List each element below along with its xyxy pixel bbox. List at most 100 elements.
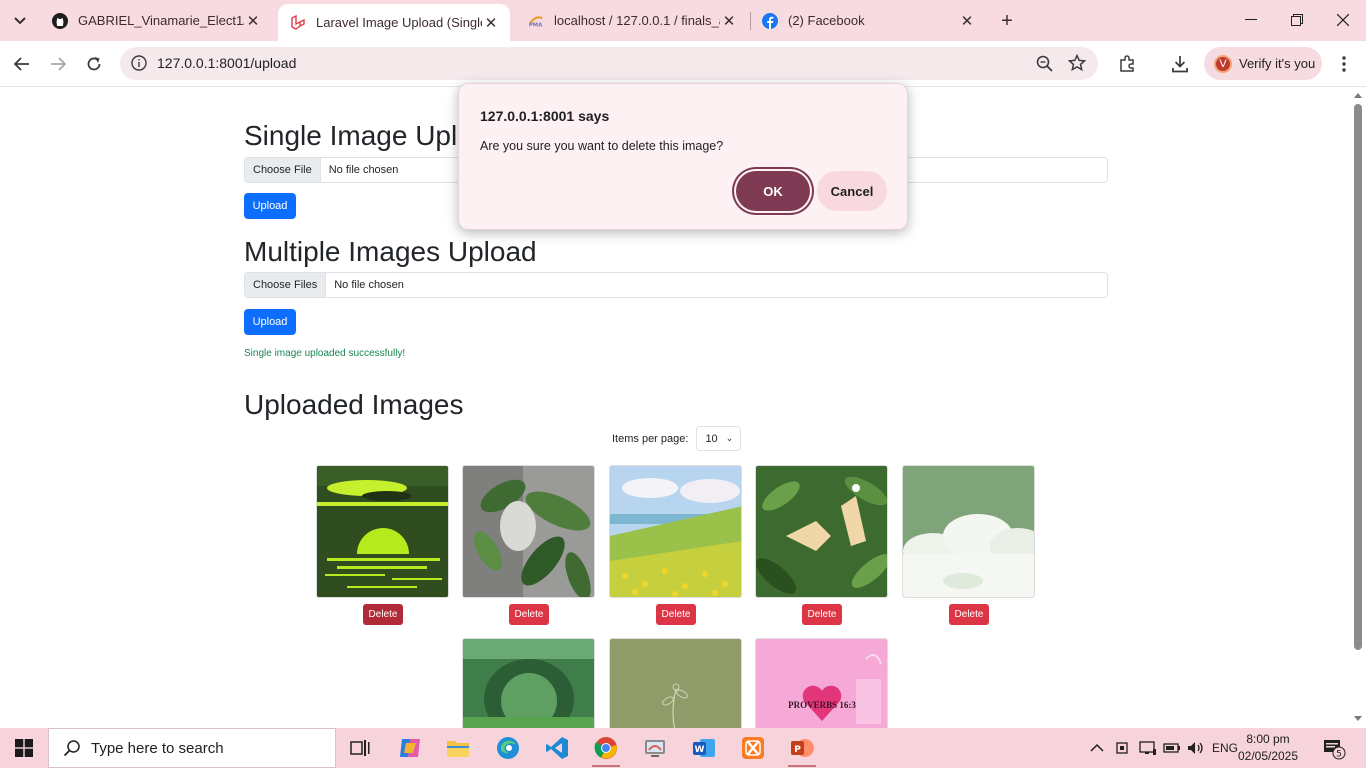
github-icon: [52, 12, 68, 29]
choose-files-button[interactable]: Choose Files: [245, 273, 327, 297]
tab-title: GABRIEL_Vinamarie_Elect1/final: [78, 13, 244, 28]
meadow-image: [610, 466, 741, 597]
items-per-page-value: 10: [705, 432, 718, 445]
dialog-ok-button[interactable]: OK: [736, 171, 810, 211]
items-per-page: Items per page: 10 ⌄: [612, 426, 742, 451]
arrow-left-icon: [14, 57, 29, 71]
clock-date: 02/05/2025: [1237, 749, 1299, 763]
extensions-button[interactable]: [1112, 48, 1144, 80]
dialog-message: Are you sure you want to delete this ima…: [480, 139, 724, 153]
scroll-up-icon[interactable]: [1354, 93, 1362, 98]
battery-icon[interactable]: [1163, 728, 1181, 768]
notifications-button[interactable]: 5: [1322, 728, 1346, 768]
success-message: Single image uploaded successfully!: [244, 348, 406, 359]
delete-button[interactable]: Delete: [802, 604, 842, 625]
close-icon: [1337, 14, 1349, 26]
clock[interactable]: 8:00 pm 02/05/2025: [1236, 731, 1300, 765]
sage-flower-image: [610, 639, 741, 728]
start-button[interactable]: [0, 728, 48, 768]
scroll-down-icon[interactable]: [1354, 716, 1362, 721]
chevron-down-icon: ⌄: [725, 433, 734, 443]
single-upload-button[interactable]: Upload: [244, 193, 296, 219]
tab-search-button[interactable]: [6, 8, 34, 34]
chrome-icon[interactable]: [586, 732, 626, 767]
multiple-upload-button[interactable]: Upload: [244, 309, 296, 335]
tab-github[interactable]: GABRIEL_Vinamarie_Elect1/final ✕: [40, 4, 272, 37]
vscode-icon[interactable]: [537, 732, 577, 764]
network-icon[interactable]: [1139, 728, 1157, 768]
close-window-button[interactable]: [1320, 0, 1366, 40]
volume-icon[interactable]: [1187, 728, 1205, 768]
powerpoint-icon[interactable]: P: [782, 732, 822, 767]
restore-button[interactable]: [1274, 0, 1320, 40]
minimize-button[interactable]: [1228, 0, 1274, 40]
image-thumbnail[interactable]: [609, 638, 742, 728]
zoom-icon[interactable]: [1036, 55, 1053, 77]
multiple-file-input[interactable]: Choose Files No file chosen: [244, 272, 1108, 298]
meet-now-icon[interactable]: [1115, 728, 1131, 768]
close-icon[interactable]: ✕: [720, 12, 738, 30]
image-thumbnail[interactable]: [755, 465, 888, 598]
close-icon[interactable]: ✕: [958, 12, 976, 30]
image-thumbnail[interactable]: [462, 638, 595, 728]
tray-chevron-icon[interactable]: [1090, 728, 1104, 768]
xampp-icon[interactable]: [733, 732, 773, 764]
downloads-button[interactable]: [1164, 48, 1196, 80]
image-thumbnail[interactable]: [609, 465, 742, 598]
delete-button[interactable]: Delete: [363, 604, 403, 625]
image-thumbnail[interactable]: [316, 465, 449, 598]
minimize-icon: [1245, 19, 1257, 20]
site-info-icon[interactable]: [131, 55, 147, 76]
remote-desktop-icon[interactable]: [635, 732, 675, 764]
language-indicator[interactable]: ENG: [1212, 728, 1238, 768]
image-caption: PROVERBS 16:3: [788, 700, 856, 710]
restore-icon: [1291, 14, 1303, 26]
girl-in-grass-image: [756, 466, 887, 597]
copilot-icon[interactable]: [390, 732, 430, 764]
taskbar-search[interactable]: Type here to search: [48, 728, 336, 768]
tab-laravel[interactable]: Laravel Image Upload (Single + ✕: [278, 4, 510, 41]
confirm-dialog: 127.0.0.1:8001 says Are you sure you wan…: [458, 83, 908, 230]
file-status: No file chosen: [334, 279, 404, 291]
pixel-sunset-image: [317, 466, 448, 597]
reload-button[interactable]: [78, 48, 110, 80]
browser-tab-strip: GABRIEL_Vinamarie_Elect1/final ✕ Laravel…: [0, 0, 1366, 41]
edge-icon[interactable]: [488, 732, 528, 764]
delete-button[interactable]: Delete: [949, 604, 989, 625]
delete-button[interactable]: Delete: [509, 604, 549, 625]
windows-taskbar: Type here to search W P ENG 8:00 pm 02/0…: [0, 728, 1366, 768]
search-placeholder: Type here to search: [91, 739, 224, 757]
file-explorer-icon[interactable]: [438, 732, 478, 764]
file-status: No file chosen: [328, 164, 399, 176]
close-icon[interactable]: ✕: [244, 12, 262, 30]
scrollbar-thumb[interactable]: [1354, 104, 1362, 650]
arrow-right-icon: [51, 57, 66, 71]
task-view-icon[interactable]: [340, 732, 380, 764]
puzzle-icon: [1120, 55, 1134, 72]
uploaded-images-heading: Uploaded Images: [244, 389, 464, 420]
image-thumbnail[interactable]: [902, 465, 1035, 598]
choose-file-button[interactable]: Choose File: [245, 158, 321, 182]
bookmark-star-icon[interactable]: [1067, 53, 1087, 77]
dialog-cancel-button[interactable]: Cancel: [817, 171, 887, 211]
verify-label: Verify it's you: [1239, 56, 1316, 71]
profile-verify-button[interactable]: V Verify it's you: [1204, 47, 1322, 80]
page-scrollbar[interactable]: [1350, 88, 1366, 728]
address-bar[interactable]: 127.0.0.1:8001/upload: [120, 47, 1098, 80]
items-per-page-select[interactable]: 10 ⌄: [696, 426, 742, 451]
new-tab-button[interactable]: +: [994, 8, 1020, 34]
back-button[interactable]: [6, 48, 38, 80]
forward-button[interactable]: [42, 48, 74, 80]
close-icon[interactable]: ✕: [482, 14, 500, 32]
tab-facebook[interactable]: (2) Facebook ✕: [750, 4, 986, 37]
tab-title: localhost / 127.0.0.1 / finals_act: [554, 13, 720, 28]
dialog-title: 127.0.0.1:8001 says: [480, 108, 610, 124]
multiple-upload-heading: Multiple Images Upload: [244, 236, 537, 267]
image-thumbnail[interactable]: PROVERBS 16:3: [755, 638, 888, 728]
delete-button[interactable]: Delete: [656, 604, 696, 625]
menu-button[interactable]: [1328, 48, 1360, 80]
word-icon[interactable]: W: [684, 732, 724, 764]
tab-phpmyadmin[interactable]: PMA localhost / 127.0.0.1 / finals_act ✕: [516, 4, 748, 37]
forest-cave-image: [463, 639, 594, 728]
image-thumbnail[interactable]: [462, 465, 595, 598]
